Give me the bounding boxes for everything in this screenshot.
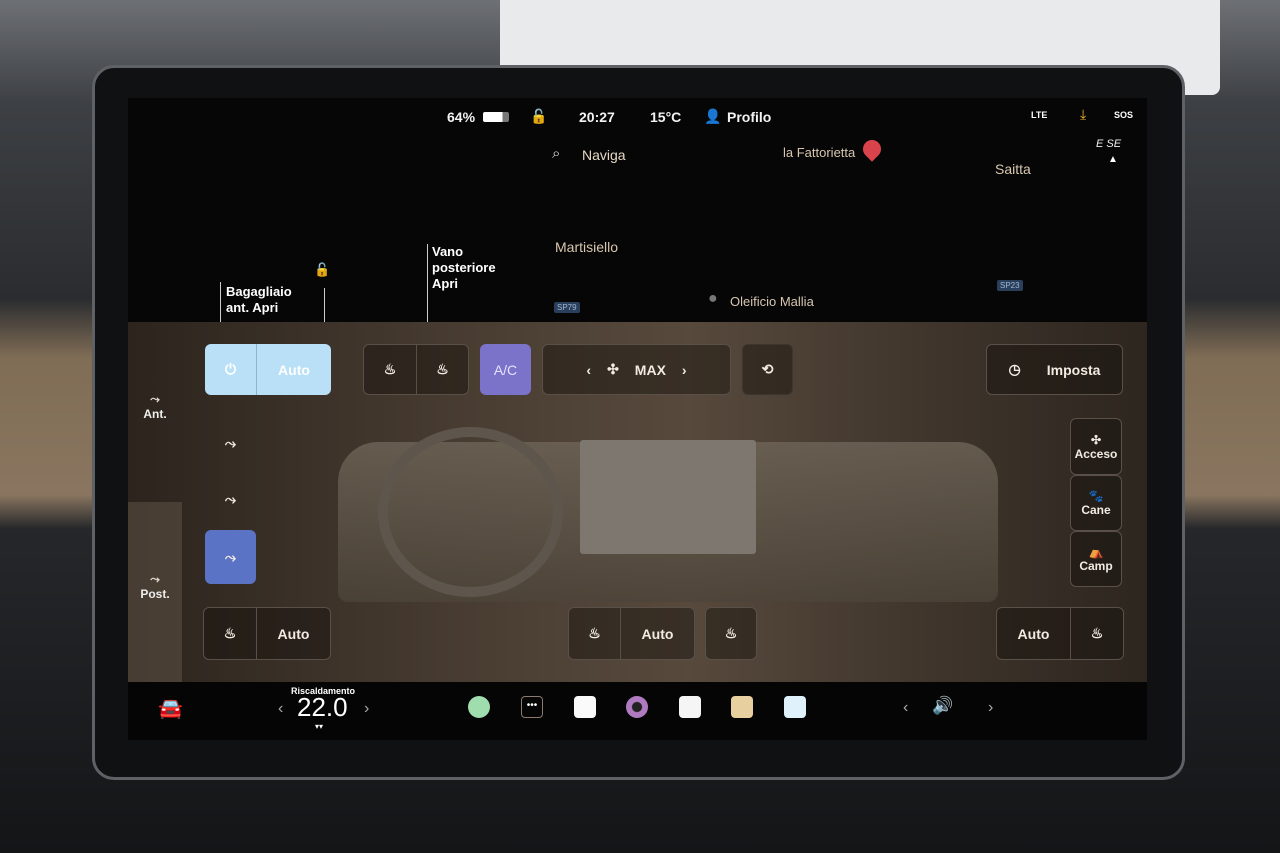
- mode-camp[interactable]: ⛺ Camp: [1070, 531, 1122, 587]
- spotify-icon[interactable]: [468, 696, 490, 718]
- steering-wheel-image: [378, 427, 563, 597]
- seat-heater-icon: ♨: [1090, 625, 1104, 641]
- map-place[interactable]: Oleificio Mallia: [730, 294, 814, 309]
- rear-trunk-button[interactable]: Vano posteriore Apri: [432, 244, 512, 292]
- map-pin-icon: ●: [708, 290, 718, 307]
- more-apps-icon[interactable]: •••: [521, 696, 543, 718]
- schedule-button[interactable]: ◷ Imposta: [986, 344, 1123, 395]
- clock: 20:27: [579, 109, 615, 125]
- map-place: Saitta: [995, 161, 1031, 177]
- wiper-defrost-button[interactable]: ♨: [705, 607, 757, 660]
- map-pin-icon: [859, 136, 885, 162]
- fan-level: MAX: [634, 361, 666, 378]
- steering-heat-icon: ♨: [569, 608, 621, 659]
- tesla-screen: 64% 🔓 20:27 15°C 👤 Profilo LTE ⤓ SOS ⌕ N…: [128, 98, 1147, 740]
- volume-increase-button[interactable]: ›: [988, 699, 993, 717]
- fan-increase-button[interactable]: ›: [682, 362, 687, 378]
- app-icon[interactable]: [574, 696, 596, 718]
- front-zone-button[interactable]: ⤳ Ant.: [138, 392, 172, 421]
- map-place: Martisiello: [555, 239, 619, 255]
- cabin-temperature[interactable]: 22.0: [297, 692, 348, 723]
- ac-button[interactable]: A/C: [480, 344, 531, 395]
- fan-icon: ✣: [1090, 432, 1102, 447]
- camera-app-icon[interactable]: [626, 696, 648, 718]
- climate-panel: ⤳ Ant. ⤳ Post. ⏻ Auto ♨ ♨ A/C ‹ ✣ MAX › ⟲ …: [128, 322, 1147, 682]
- recirculate-button[interactable]: ⟲: [742, 344, 793, 395]
- sos-icon[interactable]: SOS: [1114, 110, 1133, 120]
- unlock-icon[interactable]: 🔓: [530, 108, 547, 125]
- fan-speed-control: ‹ ✣ MAX ›: [542, 344, 731, 395]
- navigate-search[interactable]: Naviga: [582, 147, 626, 163]
- airflow-icon: ⤳: [150, 392, 160, 406]
- left-seat-heater[interactable]: ♨ Auto: [203, 607, 331, 660]
- search-icon[interactable]: ⌕: [552, 145, 560, 162]
- steering-heater[interactable]: ♨ Auto: [568, 607, 695, 660]
- map-place[interactable]: la Fattorietta: [783, 145, 855, 160]
- compass: E SE: [1096, 138, 1122, 150]
- recirculate-icon: ⟲: [761, 361, 774, 377]
- vent-mode-1[interactable]: ⤳: [205, 418, 256, 469]
- fan-decrease-button[interactable]: ‹: [586, 362, 591, 378]
- airflow-icon: ⤳: [150, 572, 160, 586]
- wiper-heat-icon: ♨: [724, 625, 738, 641]
- volume-decrease-button[interactable]: ‹: [903, 699, 908, 717]
- download-icon[interactable]: ⤓: [1080, 106, 1086, 123]
- notes-app-icon[interactable]: [679, 696, 701, 718]
- power-icon[interactable]: ⏻: [205, 344, 257, 395]
- front-defrost-icon[interactable]: ♨: [364, 345, 417, 394]
- tent-icon: ⛺: [1088, 545, 1104, 559]
- front-trunk-button[interactable]: Bagagliaio ant. Apri: [226, 284, 306, 322]
- seat-heater-icon: ♨: [204, 608, 257, 659]
- outside-temperature: 15°C: [650, 109, 682, 125]
- auto-button[interactable]: Auto: [257, 344, 331, 395]
- defrost-group: ♨ ♨: [363, 344, 469, 395]
- car-icon[interactable]: 🚘: [158, 696, 183, 721]
- rear-zone-button[interactable]: ⤳ Post.: [136, 572, 174, 601]
- road-shield: SP79: [554, 302, 580, 313]
- vent-mode-3-selected[interactable]: ⤳: [205, 530, 256, 584]
- profile-button[interactable]: Profilo: [727, 109, 771, 125]
- fan-icon: ✣: [607, 361, 619, 377]
- battery-percent: 64%: [447, 109, 476, 125]
- games-app-icon[interactable]: [731, 696, 753, 718]
- unlock-icon: 🔓: [314, 262, 331, 277]
- volume-icon[interactable]: 🔊: [932, 696, 953, 716]
- temp-increase-button[interactable]: ›: [364, 700, 369, 718]
- road-shield: SP23: [997, 280, 1023, 291]
- lte-signal-icon: LTE: [1031, 110, 1048, 120]
- right-seat-heater[interactable]: Auto ♨: [996, 607, 1124, 660]
- mode-dog[interactable]: 🐾 Cane: [1070, 475, 1122, 531]
- heading-arrow-icon: ▲: [1108, 154, 1118, 165]
- mode-keep-on[interactable]: ✣ Acceso: [1070, 418, 1122, 475]
- app-icon[interactable]: [784, 696, 806, 718]
- battery-icon: [483, 112, 509, 122]
- seat-occupancy-icon: ▾▾: [315, 722, 324, 731]
- rear-defrost-icon[interactable]: ♨: [417, 345, 468, 394]
- vent-mode-2[interactable]: ⤳: [205, 474, 256, 525]
- person-icon: 👤: [704, 108, 722, 124]
- clock-icon: ◷: [1008, 361, 1021, 377]
- paw-icon: 🐾: [1088, 489, 1104, 503]
- temp-decrease-button[interactable]: ‹: [278, 700, 283, 718]
- climate-power-auto[interactable]: ⏻ Auto: [205, 344, 331, 395]
